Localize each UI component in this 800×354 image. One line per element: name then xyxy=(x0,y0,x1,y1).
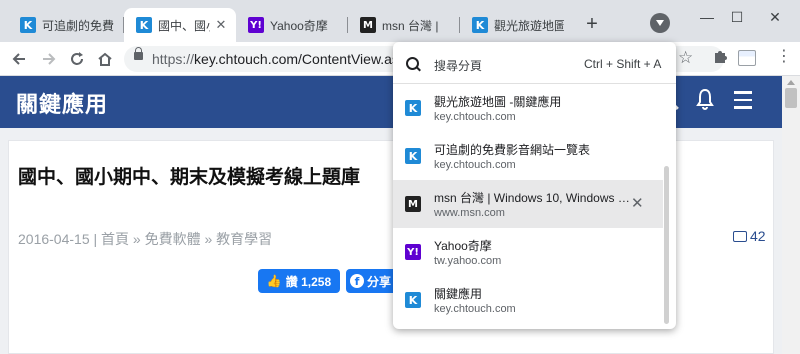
arrow-right-icon xyxy=(43,53,56,65)
back-button[interactable] xyxy=(8,48,30,70)
yahoo-favicon-icon: Y! xyxy=(248,17,264,33)
result-title: 可追劇的免費影音網站一覽表 xyxy=(434,143,591,157)
tab-search-shortcut: Ctrl + Shift + A xyxy=(584,57,662,71)
extension-tab-icon[interactable] xyxy=(738,50,756,66)
result-domain: www.msn.com xyxy=(434,207,505,219)
tab-search-result-highlighted[interactable]: M msn 台灣 | Windows 10, Windows … www.msn… xyxy=(393,180,663,228)
thumbs-up-icon: 👍 xyxy=(266,274,282,288)
bell-icon[interactable] xyxy=(696,88,714,110)
tab-search-result[interactable]: K 關鍵應用 key.chtouch.com xyxy=(393,276,663,324)
msn-favicon-icon: M xyxy=(360,17,376,33)
forward-button[interactable] xyxy=(38,48,60,70)
url-text: https://key.chtouch.com/ContentView.aspx xyxy=(152,51,414,67)
chtouch-favicon-icon: K xyxy=(405,292,421,308)
site-title[interactable]: 關鍵應用 xyxy=(16,87,108,119)
tab-msn[interactable]: M msn 台灣 | xyxy=(348,8,460,42)
comment-icon xyxy=(733,230,747,242)
msn-favicon-icon: M xyxy=(405,196,421,212)
result-title: 關鍵應用 xyxy=(434,287,483,301)
tab-yahoo[interactable]: Y! Yahoo奇摩 xyxy=(236,8,348,42)
maximize-button[interactable]: ☐ xyxy=(722,6,752,28)
home-icon xyxy=(98,52,112,66)
result-domain: key.chtouch.com xyxy=(434,111,516,123)
tab-search-result[interactable]: K 觀光旅遊地圖 -關鍵應用 key.chtouch.com xyxy=(393,84,663,132)
bookmark-star-icon[interactable]: ☆ xyxy=(678,48,693,68)
chtouch-favicon-icon: K xyxy=(20,17,36,33)
article-title: 國中、國小期中、期末及模擬考線上題庫 xyxy=(18,167,361,188)
scrollbar-thumb[interactable] xyxy=(785,88,797,108)
tab-search-popup: 搜尋分頁 Ctrl + Shift + A K 觀光旅遊地圖 -關鍵應用 key… xyxy=(393,42,676,329)
page-scrollbar[interactable] xyxy=(782,76,800,354)
tab-search-button[interactable] xyxy=(650,13,670,33)
tab-title: 可追劇的免費 xyxy=(42,18,115,33)
tab-title: 國中、國小期 xyxy=(158,18,210,33)
tab-title: Yahoo奇摩 xyxy=(270,18,328,33)
reload-icon xyxy=(71,52,83,65)
tab-travel-map[interactable]: K 觀光旅遊地圖 xyxy=(460,8,572,42)
result-title: Yahoo奇摩 xyxy=(434,239,492,253)
result-domain: key.chtouch.com xyxy=(434,303,516,315)
minimize-button[interactable]: — xyxy=(692,6,722,28)
new-tab-button[interactable]: + xyxy=(580,12,604,36)
home-button[interactable] xyxy=(94,48,116,70)
tab-title: msn 台灣 | xyxy=(382,18,439,33)
arrow-left-icon xyxy=(12,53,25,65)
tab-search-field[interactable]: 搜尋分頁 Ctrl + Shift + A xyxy=(393,42,676,84)
facebook-like-button[interactable]: 👍 讚 1,258 xyxy=(258,269,340,293)
article-meta: 2016-04-15 | 首頁 » 免費軟體 » 教育學習 xyxy=(18,231,273,247)
extensions-icon[interactable] xyxy=(712,48,728,69)
search-icon xyxy=(406,57,419,70)
chtouch-favicon-icon: K xyxy=(136,17,152,33)
facebook-icon: f xyxy=(350,274,364,288)
tab-search-result[interactable]: Y! Yahoo奇摩 tw.yahoo.com xyxy=(393,228,663,276)
scroll-up-icon[interactable] xyxy=(787,80,795,85)
popup-scrollbar[interactable] xyxy=(664,166,669,324)
more-menu-icon[interactable]: ⋮ xyxy=(776,46,792,66)
comment-count: 42 xyxy=(750,228,766,244)
facebook-share-button[interactable]: f 分享 xyxy=(346,269,394,293)
tab-exam-bank[interactable]: K 國中、國小期 ✕ xyxy=(124,8,236,42)
chtouch-favicon-icon: K xyxy=(405,148,421,164)
result-title: msn 台灣 | Windows 10, Windows … xyxy=(434,191,630,205)
result-domain: key.chtouch.com xyxy=(434,159,516,171)
reload-button[interactable] xyxy=(66,48,88,70)
tab-search-result[interactable]: K 可追劇的免費影音網站一覽表 key.chtouch.com xyxy=(393,132,663,180)
chevron-down-icon xyxy=(656,20,664,26)
tab-close-icon[interactable]: ✕ xyxy=(214,17,228,33)
like-label: 讚 1,258 xyxy=(285,274,332,289)
result-domain: tw.yahoo.com xyxy=(434,255,502,267)
lock-icon xyxy=(134,47,143,60)
window-close-button[interactable]: ✕ xyxy=(760,6,790,28)
hamburger-menu-icon[interactable] xyxy=(734,91,752,111)
comment-count-link[interactable]: 42 xyxy=(733,228,766,244)
yahoo-favicon-icon: Y! xyxy=(405,244,421,260)
tab-kchtouch-streaming[interactable]: K 可追劇的免費 xyxy=(8,8,124,42)
share-label: 分享 xyxy=(367,274,392,289)
chtouch-favicon-icon: K xyxy=(472,17,488,33)
result-title: 觀光旅遊地圖 -關鍵應用 xyxy=(434,95,562,109)
tab-search-placeholder: 搜尋分頁 xyxy=(434,59,483,73)
chtouch-favicon-icon: K xyxy=(405,100,421,116)
close-tab-icon[interactable]: ✕ xyxy=(631,194,644,212)
tab-title: 觀光旅遊地圖 xyxy=(494,18,564,33)
